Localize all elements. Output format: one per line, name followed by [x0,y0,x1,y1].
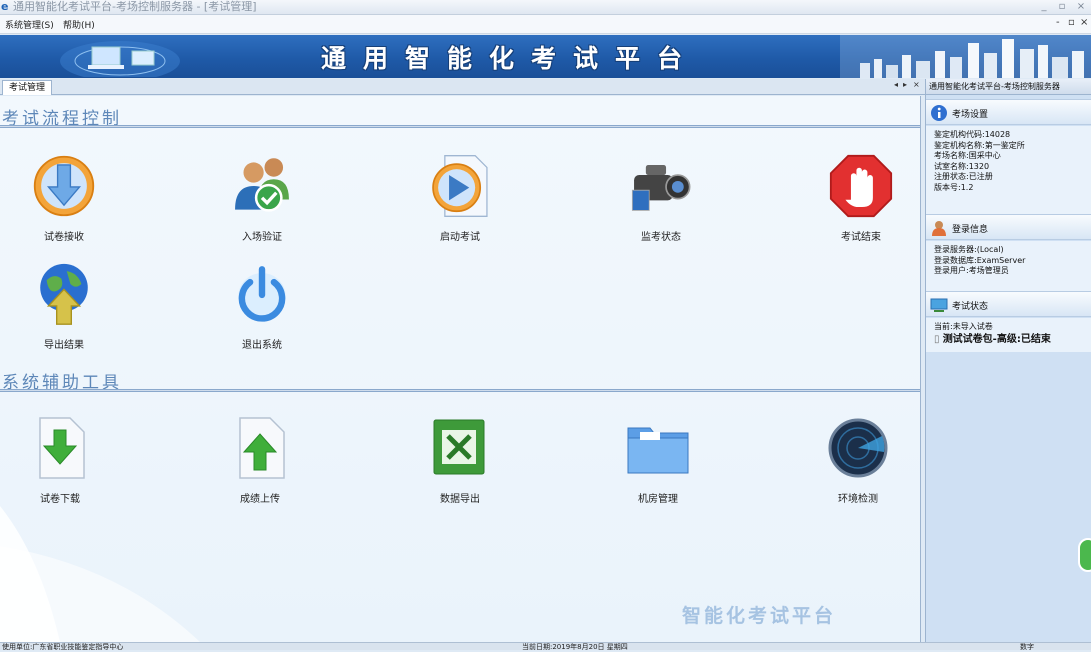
title-bar: e 通用智能化考试平台-考场控制服务器 - [考试管理] _ ▫ × [0,0,1091,15]
maximize-button[interactable]: ▫ [1054,0,1070,14]
mdi-minimize-button[interactable]: - [1056,17,1060,28]
tool-label: 环境检测 [838,494,878,505]
lab-management-button[interactable]: 机房管理 [598,410,718,520]
close-button[interactable]: × [1073,0,1089,14]
exam-settings-body: 鉴定机构代码:14028 鉴定机构名称:第一鉴定所 考场名称:国采中心 试室名称… [926,126,1091,216]
tool-label: 数据导出 [440,494,480,505]
tab-scroll-right-button[interactable]: ▸ [903,80,907,89]
status-bar: 使用单位:广东省职业技能鉴定指导中心 当前日期:2019年8月20日 星期四 数… [0,642,1091,651]
exit-system-button[interactable]: 退出系统 [202,256,322,366]
tab-scroll-left-button[interactable]: ◂ [894,80,898,89]
file-download-icon [28,410,92,486]
info-line: 试室名称:1320 [934,161,990,171]
start-exam-button[interactable]: 启动考试 [400,148,520,258]
login-info-body: 登录服务器:(Local) 登录数据库:ExamServer 登录用户:考场管理… [926,241,1091,291]
status-date: 当前日期:2019年8月20日 星期四 [522,643,628,651]
group-header-label: 考试状态 [952,302,989,312]
globe-upload-icon [32,256,96,332]
users-check-icon [230,148,294,224]
city-skyline-icon [840,35,1091,78]
folder-icon [626,410,690,486]
page-curl-decoration [0,506,200,642]
user-icon [932,221,946,236]
right-panel: 通用智能化考试平台-考场控制服务器 考场设置 鉴定机构代码:14028 鉴定机构… [925,79,1091,642]
mdi-restore-button[interactable]: ▫ [1068,17,1075,28]
info-line: 登录服务器:(Local) [934,245,1004,254]
window-title: 通用智能化考试平台-考场控制服务器 - [考试管理] [13,0,257,13]
group-login-info[interactable]: 登录信息 [926,214,1091,240]
info-line: 鉴定机构代码:14028 [934,130,1011,139]
tab-close-button[interactable]: × [913,80,920,89]
tab-exam-management[interactable]: 考试管理 [2,80,53,95]
power-icon [230,256,294,332]
tool-label: 入场验证 [242,232,282,243]
mdi-close-button[interactable]: × [1080,17,1088,28]
right-panel-title: 通用智能化考试平台-考场控制服务器 [926,79,1091,95]
data-export-button[interactable]: 数据导出 [400,410,520,520]
info-line: 注册状态:已注册 [934,172,993,181]
info-line: 登录数据库:ExamServer [934,255,1026,265]
watermark-text: 智能化考试平台 [682,605,837,627]
status-org: 使用单位:广东省职业技能鉴定指导中心 [2,643,124,651]
receive-paper-button[interactable]: 试卷接收 [4,148,124,258]
tool-label: 启动考试 [440,232,480,243]
info-line: 登录用户:考场管理员 [934,266,1009,275]
group-exam-settings[interactable]: 考场设置 [926,99,1091,125]
document-icon: ▯ [934,333,943,345]
menu-system[interactable]: 系统管理(S) [5,18,54,31]
status-numlock: 数字 [1020,643,1034,651]
tool-label: 监考状态 [641,232,681,243]
exam-status-body: 当前:未导入试卷 ▯ 测试试卷包-高级:已结束 [926,318,1091,352]
tool-label: 导出结果 [44,340,84,351]
entry-verify-button[interactable]: 入场验证 [202,148,322,258]
end-exam-button[interactable]: 考试结束 [801,148,920,258]
play-document-icon [428,148,492,224]
tool-label: 成绩上传 [240,494,280,505]
info-line: 鉴定机构名称:第一鉴定所 [934,140,1025,150]
monitor-status-button[interactable]: 监考状态 [601,148,721,258]
info-line: 版本号:1.2 [934,182,974,192]
group-header-label: 登录信息 [952,225,989,235]
stop-hand-icon [829,148,893,224]
menu-bar: 系统管理(S) 帮助(H) - ▫ × [0,15,1091,34]
app-logo-icon: e [1,0,9,13]
radar-icon [826,410,890,486]
section-divider [0,125,920,128]
upload-scores-button[interactable]: 成绩上传 [200,410,320,520]
tool-label: 试卷接收 [44,232,84,243]
main-panel: 考试流程控制 试卷接收 入场验证 启动考试 监考状态 考试结束 导出结果 退出系… [0,96,921,642]
export-results-button[interactable]: 导出结果 [4,256,124,366]
status-monitor-icon [930,298,948,312]
exam-status-item[interactable]: ▯ 测试试卷包-高级:已结束 [934,333,1091,346]
tool-label: 退出系统 [242,340,282,351]
info-line: 考场名称:国采中心 [934,151,1001,160]
video-camera-icon [629,148,693,224]
tool-label: 考试结束 [841,232,881,243]
exam-status-current: 当前:未导入试卷 [934,322,993,331]
tool-label: 机房管理 [638,494,678,505]
download-arrow-icon [32,148,96,224]
tab-strip: 考试管理 ◂ ▸ × [0,79,925,95]
env-check-button[interactable]: 环境检测 [798,410,918,520]
exam-status-item-label: 测试试卷包-高级:已结束 [942,333,1051,345]
excel-icon [428,410,492,486]
minimize-button[interactable]: _ [1036,0,1052,14]
group-exam-status[interactable]: 考试状态 [926,291,1091,317]
banner: 通用智能化考试平台 [0,35,1091,78]
section-divider [0,389,920,392]
side-toggle-button[interactable] [1078,538,1091,572]
info-icon [931,105,947,121]
file-upload-icon [228,410,292,486]
menu-help[interactable]: 帮助(H) [63,18,95,31]
group-header-label: 考场设置 [952,110,989,120]
